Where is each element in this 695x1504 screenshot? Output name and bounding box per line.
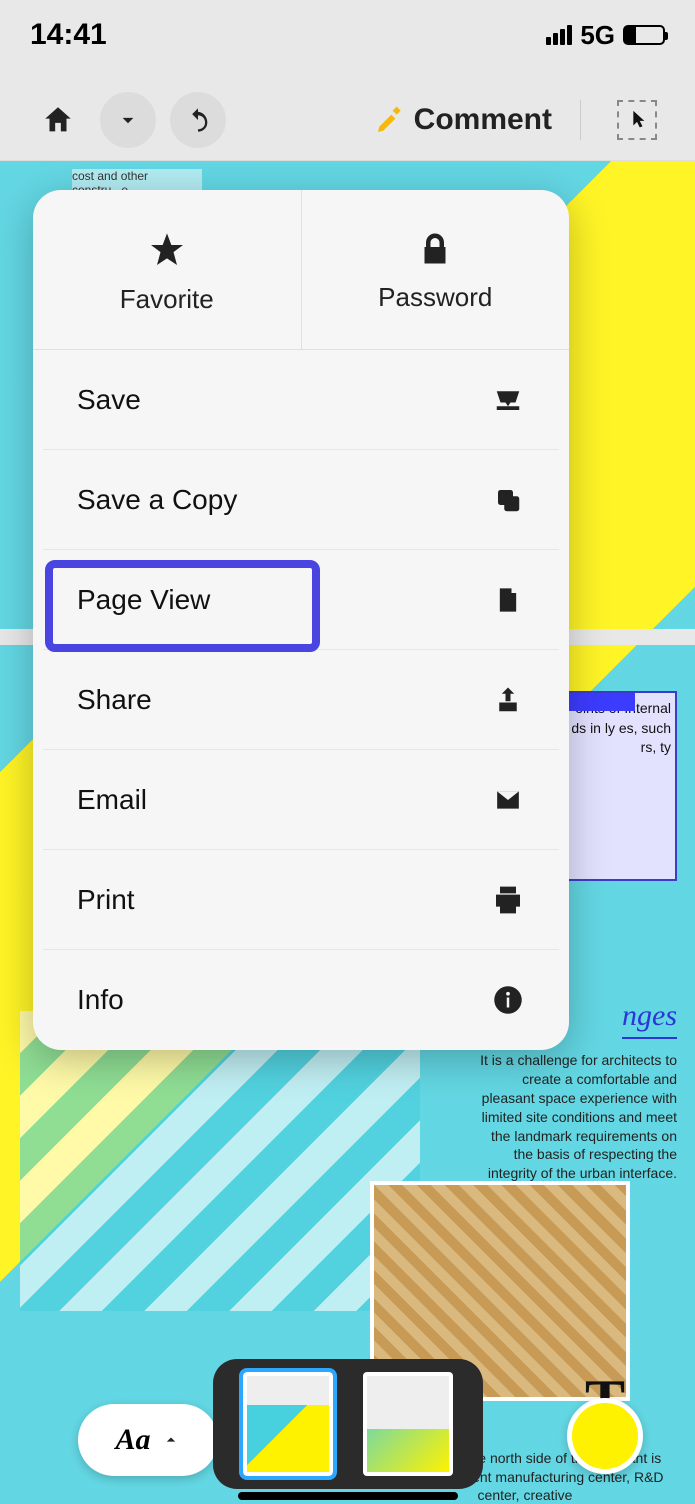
select-tool-button[interactable]	[609, 92, 665, 148]
menu-print-label: Print	[77, 884, 135, 916]
comment-label: Comment	[414, 103, 552, 137]
menu-favorite[interactable]: Favorite	[33, 190, 302, 350]
lock-icon	[417, 232, 453, 268]
battery-icon	[623, 25, 665, 45]
doc-heading: nges	[622, 999, 677, 1039]
screenshot-tray	[213, 1359, 483, 1489]
bottom-dock	[0, 1354, 695, 1494]
menu-password-label: Password	[378, 282, 492, 313]
home-icon	[41, 103, 75, 137]
menu-save-label: Save	[77, 384, 141, 416]
undo-button[interactable]	[170, 92, 226, 148]
page-icon	[491, 583, 525, 617]
star-icon	[147, 230, 187, 270]
menu-email[interactable]: Email	[43, 750, 559, 850]
menu-print[interactable]: Print	[43, 850, 559, 950]
print-icon	[491, 883, 525, 917]
select-icon	[617, 100, 657, 140]
menu-page-view-label: Page View	[77, 584, 210, 616]
highlighter-icon	[374, 104, 406, 136]
menu-save-copy-label: Save a Copy	[77, 484, 237, 516]
home-indicator[interactable]	[238, 1492, 458, 1500]
status-right: 5G	[546, 20, 665, 51]
menu-save[interactable]: Save	[43, 350, 559, 450]
doc-sidebox: oints of Internal ds in ly es, such rs, …	[567, 691, 677, 881]
document-menu: Favorite Password Save Save a Copy Page …	[33, 190, 569, 1050]
chevron-down-icon	[115, 107, 141, 133]
menu-info-label: Info	[77, 984, 124, 1016]
inbox-icon	[491, 383, 525, 417]
info-icon	[491, 983, 525, 1017]
menu-favorite-label: Favorite	[120, 284, 214, 315]
menu-password[interactable]: Password	[302, 190, 570, 350]
doc-paragraph: It is a challenge for architects to crea…	[477, 1051, 677, 1183]
comment-button[interactable]: Comment	[374, 103, 552, 137]
undo-icon	[184, 106, 212, 134]
menu-save-copy[interactable]: Save a Copy	[43, 450, 559, 550]
share-icon	[491, 683, 525, 717]
copy-icon	[491, 483, 525, 517]
network-label: 5G	[580, 20, 615, 51]
doc-illustration-2	[20, 1011, 420, 1311]
dropdown-button[interactable]	[100, 92, 156, 148]
menu-email-label: Email	[77, 784, 147, 816]
menu-share-label: Share	[77, 684, 152, 716]
menu-info[interactable]: Info	[43, 950, 559, 1050]
status-bar: 14:41 5G	[0, 0, 695, 70]
mail-icon	[491, 783, 525, 817]
status-time: 14:41	[30, 18, 107, 52]
screenshot-thumb-2[interactable]	[363, 1372, 453, 1476]
menu-page-view[interactable]: Page View	[43, 550, 559, 650]
screenshot-thumb-1[interactable]	[243, 1372, 333, 1476]
home-button[interactable]	[30, 92, 86, 148]
toolbar-divider	[580, 100, 581, 140]
top-toolbar: Comment	[0, 80, 695, 160]
signal-icon	[546, 25, 572, 45]
menu-share[interactable]: Share	[43, 650, 559, 750]
